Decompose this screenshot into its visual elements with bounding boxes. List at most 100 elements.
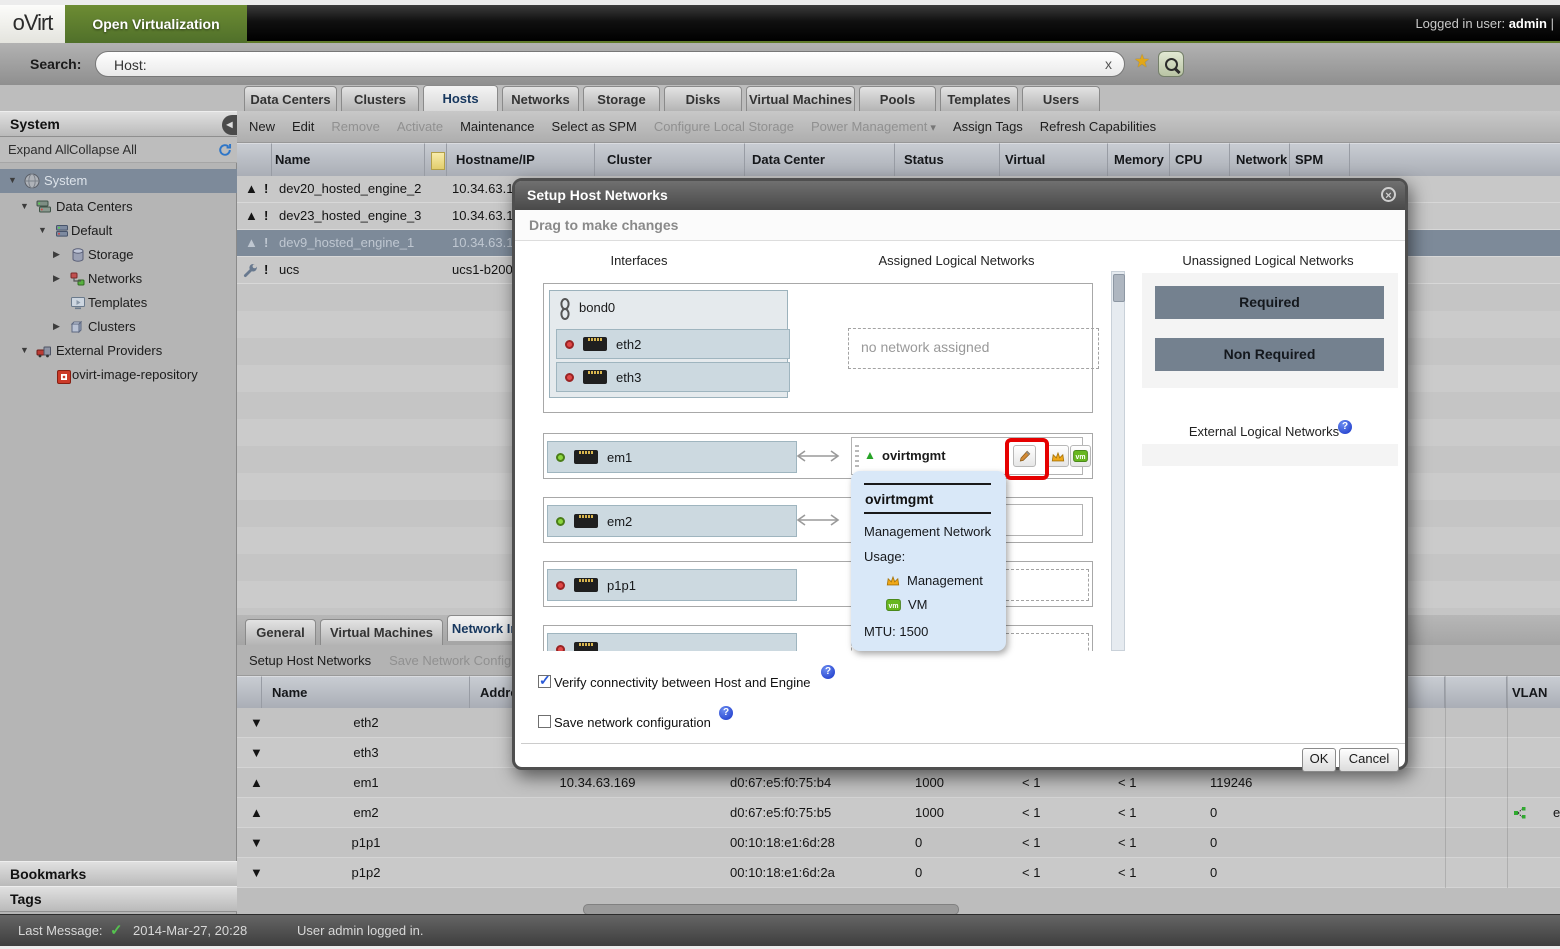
search-button[interactable] [1158,51,1184,77]
interface-box-em1[interactable]: em1 [547,441,797,473]
tooltip-usage-vm: vm VM [886,597,1006,612]
detail-tab-general[interactable]: General [245,619,316,645]
tab-templates[interactable]: Templates [940,86,1018,111]
collapse-all-link[interactable]: Collapse All [69,142,137,157]
tree-item-templates[interactable]: Templates [0,291,237,315]
help-icon[interactable] [719,706,733,720]
column-status[interactable]: Status [895,143,1000,176]
no-network-assigned-dropzone[interactable]: no network assigned [848,328,1099,369]
expander-icon[interactable] [53,273,60,284]
interface-box-p1p1[interactable]: p1p1 [547,569,797,601]
select-as-spm-button[interactable]: Select as SPM [552,119,637,134]
remove-button[interactable]: Remove [331,119,379,134]
interface-row-em1[interactable]: em1 10.34.63.169 d0:67:e5:f0:75:b4 1000 … [237,768,1560,798]
expander-icon[interactable] [38,225,47,235]
cancel-button[interactable]: Cancel [1339,748,1399,772]
tab-virtual-machines[interactable]: Virtual Machines [746,86,855,111]
column-name[interactable]: Name [272,143,425,176]
help-icon[interactable] [1338,420,1352,434]
tooltip-description: Management Network [864,524,1006,539]
tab-clusters[interactable]: Clusters [341,86,419,111]
expander-icon[interactable] [53,249,60,260]
verify-connectivity-checkbox[interactable] [538,675,551,688]
column-hostname[interactable]: Hostname/IP [447,143,595,176]
tree-item-label: Templates [88,295,147,310]
column-virtual-machines[interactable]: Virtual Machines [1000,143,1108,176]
bond0-panel[interactable]: bond0 eth2 eth3 [549,290,788,398]
search-input[interactable]: Host: x [95,51,1125,77]
detail-tab-virtual-machines[interactable]: Virtual Machines [320,619,443,645]
tree-item-system[interactable]: System [0,169,237,193]
tab-disks[interactable]: Disks [664,86,742,111]
column-comment[interactable] [425,143,447,176]
dialog-title-bar[interactable]: Setup Host Networks [515,181,1405,210]
refresh-capabilities-button[interactable]: Refresh Capabilities [1040,119,1156,134]
ok-button[interactable]: OK [1302,748,1336,772]
column-cluster[interactable]: Cluster [595,143,745,176]
column-selection[interactable] [237,143,272,176]
interface-box-partial[interactable] [547,633,797,651]
status-down-dot [565,373,574,382]
column-name[interactable]: Name [262,676,470,708]
interface-row-p1p2[interactable]: p1p2 00:10:18:e1:6d:2a 0 < 1 < 1 0 [237,858,1560,888]
expander-icon[interactable] [53,321,60,332]
tree-item-external-providers[interactable]: External Providers [0,339,237,363]
non-required-networks-group[interactable]: Non Required [1155,338,1384,371]
host-name: dev9_hosted_engine_1 [279,235,414,250]
user-name[interactable]: admin [1509,16,1547,31]
tree-item-networks[interactable]: Networks [0,267,237,291]
setup-host-networks-button[interactable]: Setup Host Networks [249,653,371,668]
tab-networks[interactable]: Networks [502,86,579,111]
maintenance-button[interactable]: Maintenance [460,119,534,134]
bookmarks-panel-header[interactable]: Bookmarks [0,861,237,887]
interface-box-eth2[interactable]: eth2 [556,329,790,359]
sidebar-collapse-handle[interactable] [222,115,237,135]
clear-search-icon[interactable]: x [1105,56,1112,72]
close-icon[interactable] [1381,187,1396,202]
edit-button[interactable]: Edit [292,119,314,134]
assign-tags-button[interactable]: Assign Tags [953,119,1023,134]
column-network-name[interactable] [1445,676,1507,708]
column-cpu[interactable]: CPU [1170,143,1230,176]
new-button[interactable]: New [249,119,275,134]
management-usage-indicator [1046,445,1069,467]
assigned-network-box-ovirtmgmt[interactable]: ovirtmgmt [851,437,1083,475]
dialog-vertical-scrollbar[interactable] [1111,271,1125,651]
save-network-config-checkbox[interactable] [538,715,551,728]
expand-all-link[interactable]: Expand All [8,142,69,157]
refresh-icon[interactable] [218,143,232,157]
tags-panel-header[interactable]: Tags [0,886,237,912]
scrollbar-thumb[interactable] [1113,274,1125,302]
column-memory[interactable]: Memory [1108,143,1170,176]
expander-icon[interactable] [20,201,29,211]
tab-users[interactable]: Users [1022,86,1100,111]
tree-item-ovirt-image-repository[interactable]: ovirt-image-repository [0,363,237,387]
last-message-text[interactable]: User admin logged in. [297,923,423,938]
tree-item-data-centers[interactable]: Data Centers [0,195,237,219]
activate-button[interactable]: Activate [397,119,443,134]
column-data-center[interactable]: Data Center [745,143,895,176]
column-vlan[interactable]: VLAN [1507,676,1560,708]
column-network[interactable]: Network [1230,143,1290,176]
tab-hosts[interactable]: Hosts [423,85,498,111]
interface-row-p1p1[interactable]: p1p1 00:10:18:e1:6d:28 0 < 1 < 1 0 [237,828,1560,858]
configure-local-storage-button[interactable]: Configure Local Storage [654,119,794,134]
tab-pools[interactable]: Pools [859,86,936,111]
help-icon[interactable] [821,665,835,679]
tree-item-storage[interactable]: Storage [0,243,237,267]
power-management-dropdown[interactable]: Power Management [811,119,936,134]
tab-data-centers[interactable]: Data Centers [244,86,337,111]
expander-icon[interactable] [8,175,17,185]
interface-row-em2[interactable]: em2 d0:67:e5:f0:75:b5 1000 < 1 < 1 0 e [237,798,1560,828]
bookmark-star-icon[interactable]: ★ [1134,51,1150,72]
tree-item-clusters[interactable]: Clusters [0,315,237,339]
interface-box-em2[interactable]: em2 [547,505,797,537]
tree-item-default[interactable]: Default [0,219,237,243]
required-networks-group[interactable]: Required [1155,286,1384,319]
drag-handle[interactable] [855,445,859,467]
interface-box-eth3[interactable]: eth3 [556,362,790,392]
bond-chain-icon [559,298,571,320]
column-spm[interactable]: SPM [1290,143,1350,176]
tab-storage[interactable]: Storage [583,86,660,111]
expander-icon[interactable] [20,345,29,355]
